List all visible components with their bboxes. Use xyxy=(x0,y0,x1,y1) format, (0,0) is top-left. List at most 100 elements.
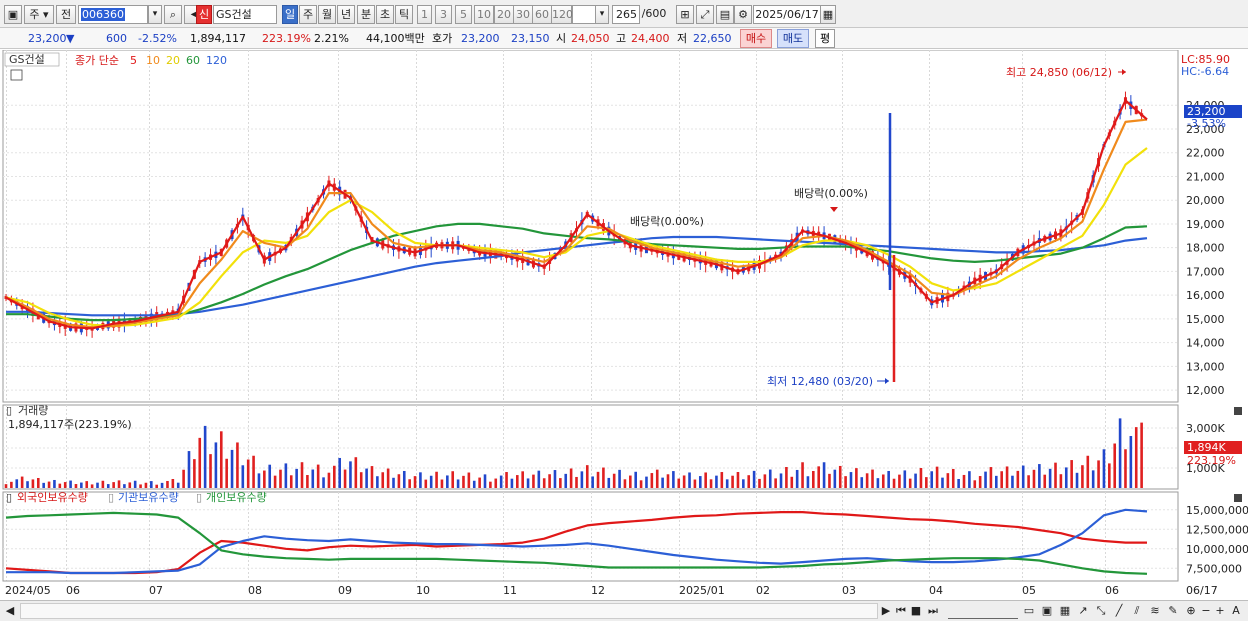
volume-bar xyxy=(402,470,406,488)
scroll-track[interactable] xyxy=(20,603,878,619)
date-field[interactable]: 2025/06/17 xyxy=(753,5,821,24)
font-size-icon[interactable]: A xyxy=(1229,603,1243,619)
volume-bar xyxy=(951,468,955,488)
scroll-left-arrow[interactable]: ◀ xyxy=(4,603,16,619)
trend-tool-icon[interactable]: ⤡ xyxy=(1094,603,1108,619)
window-icon[interactable]: ▣ xyxy=(4,5,22,24)
minute-10[interactable]: 10 xyxy=(474,5,494,24)
count-total: /600 xyxy=(641,7,667,20)
minute-120[interactable]: 120 xyxy=(551,5,573,24)
channel-tool-icon[interactable]: ⫽ xyxy=(1130,603,1144,619)
volume-bar xyxy=(268,464,272,488)
price-y-tick: 13,000 xyxy=(1186,360,1225,373)
period-year[interactable]: 년 xyxy=(337,5,355,24)
holdings-y-tick: 12,500,000 xyxy=(1186,523,1248,536)
quote-bar: 23,200 ▼ 600 -2.52% 1,894,117 223.19% 2.… xyxy=(0,28,1248,49)
sell-button[interactable]: 매도 xyxy=(777,29,809,48)
grid-icon[interactable]: ▦ xyxy=(1058,603,1072,619)
volume-bar xyxy=(462,475,465,488)
scroll-right-arrow[interactable]: ▶ xyxy=(880,603,892,619)
draw-icon[interactable]: ✎ xyxy=(1166,603,1180,619)
zoom-icon[interactable]: ⊞ xyxy=(676,5,694,24)
volume-panel-title: 거래량 xyxy=(18,404,48,417)
stock-name-field[interactable]: GS건설 xyxy=(213,5,277,24)
volume-bar xyxy=(768,469,772,488)
prev-button[interactable]: 전 xyxy=(56,5,76,24)
volume-bar xyxy=(397,474,401,488)
arrow-tool-icon[interactable]: ↗ xyxy=(1076,603,1090,619)
period-week[interactable]: 주 xyxy=(299,5,317,24)
code-dropdown-icon[interactable]: ▾ xyxy=(148,5,162,24)
period-second[interactable]: 초 xyxy=(376,5,394,24)
volume-bar xyxy=(300,462,304,488)
minute-20[interactable]: 20 xyxy=(494,5,514,24)
volume-bar xyxy=(413,476,417,488)
ma-label: 종가 단순 xyxy=(75,54,119,67)
minute-60[interactable]: 60 xyxy=(532,5,552,24)
volume-bar xyxy=(214,442,218,488)
high-annotation: 최고 24,850 (06/12) xyxy=(1006,66,1112,79)
volume-bar xyxy=(478,477,481,488)
rewind-icon[interactable]: ⏮ xyxy=(894,603,908,619)
custom-period-dropdown-icon[interactable]: ▾ xyxy=(595,5,609,24)
volume-bar xyxy=(386,468,390,488)
volume-bar xyxy=(903,470,907,488)
volume-bar xyxy=(564,473,568,488)
ma-60-label: 60 xyxy=(186,54,200,67)
crosshair-icon[interactable]: ⤢ xyxy=(696,5,714,24)
ma-20-label: 20 xyxy=(166,54,180,67)
volume-tag-value: 1,894K xyxy=(1187,441,1226,454)
search-icon[interactable]: ⌕ xyxy=(164,5,182,24)
minute-5[interactable]: 5 xyxy=(455,5,472,24)
period-tick[interactable]: 틱 xyxy=(395,5,413,24)
volume-bar xyxy=(203,425,207,488)
fib-tool-icon[interactable]: ≋ xyxy=(1148,603,1162,619)
stock-code-input[interactable]: 006360 xyxy=(78,5,148,24)
volume-bar xyxy=(166,480,169,488)
volume-bar xyxy=(117,480,121,488)
x-tick-05: 05 xyxy=(1022,584,1036,597)
volume-bar xyxy=(602,467,605,488)
fit-icon[interactable]: ▭ xyxy=(1022,603,1036,619)
crosshair-tool-icon[interactable]: ⊕ xyxy=(1184,603,1198,619)
forward-icon[interactable]: ⏭ xyxy=(926,603,940,619)
period-month[interactable]: 월 xyxy=(318,5,336,24)
volume-bar xyxy=(193,459,196,488)
zoom-out-icon[interactable]: − xyxy=(1200,603,1212,619)
open-price: 24,050 xyxy=(571,32,610,45)
volume-bar xyxy=(634,471,638,488)
zoom-in-icon[interactable]: + xyxy=(1214,603,1226,619)
volume-ratio: 223.19% xyxy=(262,32,311,45)
volume-bar xyxy=(343,469,347,488)
volume-bar xyxy=(419,472,422,488)
count-input[interactable]: 265 xyxy=(612,5,640,24)
minute-3[interactable]: 3 xyxy=(435,5,452,24)
volume-bar xyxy=(666,474,670,488)
calendar-icon[interactable]: ▦ xyxy=(820,5,836,24)
volume-bar xyxy=(472,480,476,488)
volume-panel-close-icon[interactable] xyxy=(1234,407,1242,415)
volume-bar xyxy=(1048,468,1052,488)
layout-icon[interactable]: ▣ xyxy=(1040,603,1054,619)
volume-bar xyxy=(612,473,616,488)
ask-price: 23,200 xyxy=(461,32,500,45)
stop-icon[interactable]: ■ xyxy=(910,603,922,619)
volume-bar xyxy=(957,479,960,488)
minute-30[interactable]: 30 xyxy=(513,5,533,24)
minute-1[interactable]: 1 xyxy=(417,5,432,24)
period-day[interactable]: 일 xyxy=(282,5,298,24)
gear-icon[interactable]: ⚙ xyxy=(734,5,752,24)
zoom-slider[interactable] xyxy=(948,603,1018,619)
volume-bar xyxy=(440,479,444,488)
avg-button[interactable]: 평 xyxy=(815,29,835,48)
period-minute[interactable]: 분 xyxy=(357,5,375,24)
holdings-panel-close-icon[interactable] xyxy=(1234,494,1242,502)
holdings-y-tick: 10,000,000 xyxy=(1186,543,1248,556)
save-icon[interactable]: ▤ xyxy=(716,5,734,24)
stock-code-value: 006360 xyxy=(81,8,125,21)
volume-bar xyxy=(209,454,212,488)
buy-button[interactable]: 매수 xyxy=(740,29,772,48)
period-unit-select[interactable]: 주 ▾ xyxy=(24,5,54,24)
line-tool-icon[interactable]: ╱ xyxy=(1112,603,1126,619)
panel-grid-icon[interactable] xyxy=(10,69,23,81)
